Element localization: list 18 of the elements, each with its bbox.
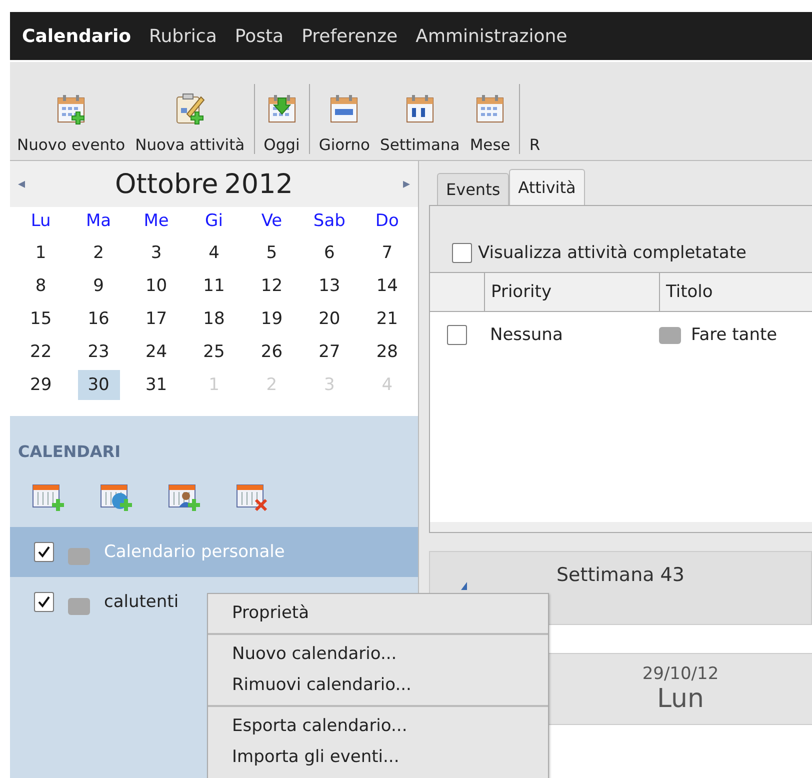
calendar-name: Calendario personale <box>104 542 285 562</box>
table-cell: Fare tante <box>691 325 778 345</box>
checkbox-label: Visualizza attività completatate <box>478 243 746 263</box>
table-cell-text: Nessuna <box>489 325 564 345</box>
week-title: Settimana 43 <box>556 564 684 588</box>
weekday-label: Me <box>142 210 170 233</box>
weekday-label: Lu <box>30 210 52 233</box>
date-label: 29/10/12 <box>642 664 719 684</box>
month-label: Ottobre <box>115 168 218 200</box>
weekday-label: Do <box>374 210 400 233</box>
weekday-label: Sab <box>312 210 346 233</box>
weekday-label: Gi <box>204 210 224 233</box>
section-title: CALENDARI <box>18 442 122 461</box>
year-label: 2012 <box>224 168 293 200</box>
weekday-label: Ma <box>85 210 112 233</box>
calendar-name: calutenti <box>104 592 179 612</box>
weekday-label: Lun <box>657 684 704 714</box>
weekday-label: Ve <box>260 210 284 233</box>
